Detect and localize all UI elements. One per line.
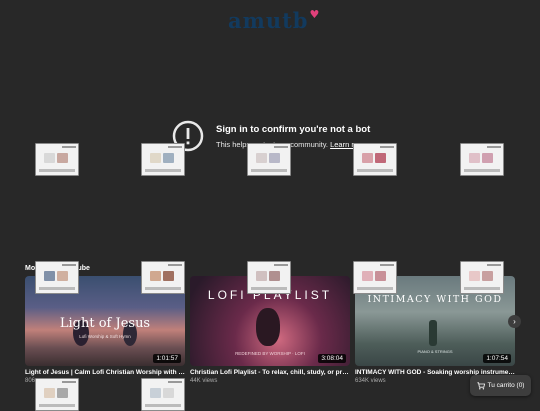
card-caption [145, 169, 181, 172]
mug-image [482, 153, 493, 163]
cart-label: Tu carrito (0) [487, 382, 525, 389]
card-caption [145, 287, 181, 290]
product-card[interactable] [247, 143, 291, 176]
site-logo[interactable]: amutb♥ [228, 8, 320, 33]
duration-badge: 3:08:04 [318, 354, 346, 363]
card-caption [357, 169, 393, 172]
chevron-right-icon[interactable]: › [508, 315, 521, 328]
mug-image [256, 153, 267, 163]
card-brand-mark [274, 264, 288, 266]
mug-image [150, 271, 161, 281]
product-card[interactable] [460, 261, 504, 294]
signin-notice-title: Sign in to confirm you're not a bot [216, 124, 371, 135]
card-brand-mark [380, 146, 394, 148]
video-title-1[interactable]: Light of Jesus | Calm Lofi Christian Wor… [25, 369, 185, 376]
mug-image [150, 153, 161, 163]
mug-image [163, 388, 174, 398]
cart-icon [476, 381, 485, 390]
heart-icon: ♥ [309, 8, 321, 21]
product-card[interactable] [353, 143, 397, 176]
mug-image [375, 153, 386, 163]
mug-image [44, 153, 55, 163]
card-brand-mark [62, 381, 76, 383]
mug-image [150, 388, 161, 398]
card-brand-mark [168, 264, 182, 266]
video-views-3: 634K views [355, 378, 386, 384]
product-card[interactable] [35, 261, 79, 294]
card-brand-mark [274, 146, 288, 148]
card-brand-mark [380, 264, 394, 266]
card-brand-mark [168, 146, 182, 148]
mug-image [44, 388, 55, 398]
card-caption [357, 287, 393, 290]
card-caption [39, 169, 75, 172]
video-views-2: 44K views [190, 378, 218, 384]
mug-image [375, 271, 386, 281]
video-title-2[interactable]: Christian Lofi Playlist - To relax, chil… [190, 369, 350, 376]
logo-text: amutb [228, 8, 309, 33]
figure-shape [256, 308, 280, 346]
thumb-title: INTIMACY WITH GOD [367, 294, 503, 305]
card-caption [39, 404, 75, 407]
card-caption [251, 169, 287, 172]
mug-image [57, 271, 68, 281]
product-card[interactable] [35, 378, 79, 411]
mug-image [44, 271, 55, 281]
thumb-title: Light of Jesus [59, 316, 151, 331]
card-brand-mark [487, 264, 501, 266]
mug-image [163, 271, 174, 281]
mug-image [362, 271, 373, 281]
card-caption [464, 169, 500, 172]
product-card[interactable] [141, 261, 185, 294]
mug-image [362, 153, 373, 163]
product-card[interactable] [247, 261, 291, 294]
signin-notice-text: This helps protect our community. Learn … [216, 140, 368, 149]
card-caption [464, 287, 500, 290]
mug-image [469, 271, 480, 281]
card-brand-mark [168, 381, 182, 383]
product-card[interactable] [141, 143, 185, 176]
video-views-1: 806 [25, 378, 36, 384]
product-card[interactable] [141, 378, 185, 411]
thumb-subtitle: Lofi Worship & Soft Hymn [79, 334, 131, 339]
duration-badge: 1:01:57 [153, 354, 181, 363]
mug-image [163, 153, 174, 163]
card-brand-mark [62, 264, 76, 266]
mug-image [269, 271, 280, 281]
card-caption [39, 287, 75, 290]
cart-button[interactable]: Tu carrito (0) [470, 375, 531, 396]
mug-image [57, 388, 68, 398]
card-brand-mark [62, 146, 76, 148]
mug-image [469, 153, 480, 163]
mug-image [482, 271, 493, 281]
product-card[interactable] [35, 143, 79, 176]
card-brand-mark [487, 146, 501, 148]
plant-shape [429, 320, 437, 346]
product-card[interactable] [353, 261, 397, 294]
mug-image [269, 153, 280, 163]
product-card[interactable] [460, 143, 504, 176]
card-caption [145, 404, 181, 407]
mug-image [57, 153, 68, 163]
mug-image [256, 271, 267, 281]
duration-badge: 1:07:54 [483, 354, 511, 363]
card-caption [251, 287, 287, 290]
